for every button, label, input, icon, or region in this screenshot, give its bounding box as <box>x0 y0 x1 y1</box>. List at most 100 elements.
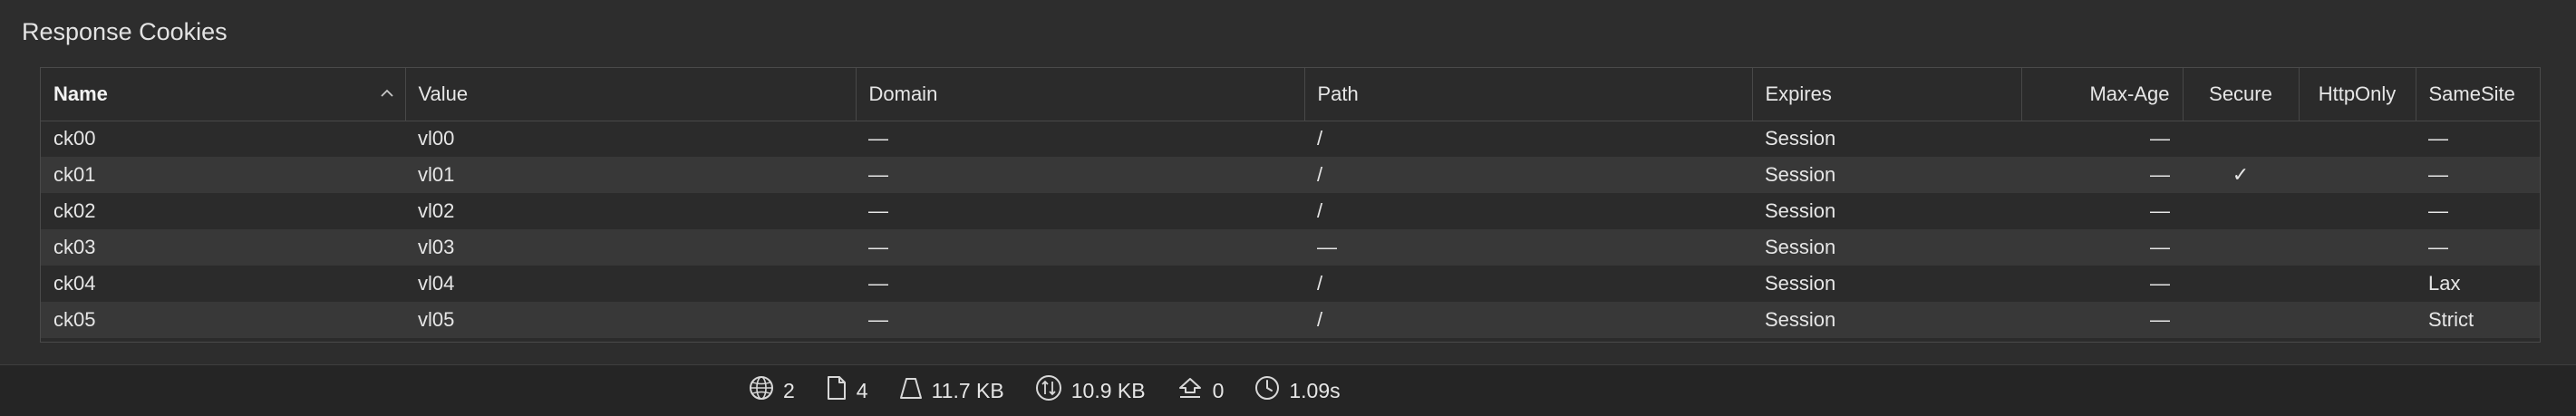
column-header-domain[interactable]: Domain <box>856 68 1305 121</box>
cell-expires: Session <box>1765 236 1836 258</box>
cell-secure <box>2183 193 2299 229</box>
cell-max-age: — <box>2150 199 2170 222</box>
cell-max-age: — <box>2150 163 2170 186</box>
cell-max-age: — <box>2150 272 2170 295</box>
weight-icon <box>899 375 932 406</box>
cell-samesite: — <box>2428 127 2448 150</box>
sort-ascending-icon <box>380 86 394 102</box>
cell-path: / <box>1317 127 1323 150</box>
cell-samesite: — <box>2428 199 2448 222</box>
cell-domain: — <box>868 199 888 222</box>
status-resources: 4 <box>826 375 868 406</box>
cell-httponly <box>2299 121 2416 157</box>
cell-name: ck05 <box>53 308 96 331</box>
status-domains-value: 2 <box>783 378 795 402</box>
cell-samesite: Strict <box>2428 308 2474 331</box>
cell-secure <box>2183 121 2299 157</box>
column-header-secure[interactable]: Secure <box>2183 68 2300 121</box>
cell-max-age: — <box>2150 308 2170 331</box>
column-header-label: Domain <box>868 82 938 105</box>
status-size: 11.7 KB <box>899 375 1004 406</box>
status-transferred: 10.9 KB <box>1035 374 1146 407</box>
cell-name: ck02 <box>53 199 96 222</box>
cell-httponly <box>2299 229 2416 266</box>
cell-secure <box>2183 266 2299 302</box>
cell-domain: — <box>868 127 888 150</box>
cell-httponly <box>2299 302 2416 338</box>
table-row[interactable]: ck02 vl02 — / Session — — <box>41 193 2540 229</box>
cell-path: / <box>1317 199 1323 222</box>
cell-secure <box>2183 229 2299 266</box>
cell-path: — <box>1317 236 1337 258</box>
cell-value: vl02 <box>418 199 455 222</box>
cell-value: vl00 <box>418 127 455 150</box>
cell-samesite: — <box>2428 163 2448 186</box>
cell-samesite: Lax <box>2428 272 2461 295</box>
document-icon <box>826 375 857 406</box>
status-bar: 2 4 11.7 KB 10.9 KB 0 1.09s <box>0 364 2576 416</box>
clock-icon <box>1254 375 1289 406</box>
cell-httponly <box>2299 193 2416 229</box>
status-domains: 2 <box>749 375 795 406</box>
cell-value: vl04 <box>418 272 455 295</box>
cell-httponly <box>2299 157 2416 193</box>
column-header-label: Expires <box>1765 82 1832 105</box>
cell-value: vl01 <box>418 163 455 186</box>
cell-expires: Session <box>1765 272 1836 295</box>
cell-domain: — <box>868 308 888 331</box>
cell-path: / <box>1317 308 1323 331</box>
cell-name: ck04 <box>53 272 96 295</box>
globe-icon <box>749 375 783 406</box>
cell-max-age: — <box>2150 236 2170 258</box>
cell-value: vl05 <box>418 308 455 331</box>
table-row[interactable]: ck01 vl01 — / Session — ✓ — <box>41 157 2540 193</box>
column-header-label: HttpOnly <box>2318 82 2397 105</box>
column-header-label: SameSite <box>2428 82 2515 105</box>
status-time-value: 1.09s <box>1289 378 1341 402</box>
cell-expires: Session <box>1765 308 1836 331</box>
table-header-row: Name Value Domain Path Expires Max-Age S… <box>41 68 2540 121</box>
cell-path: / <box>1317 163 1323 186</box>
section-title: Response Cookies <box>22 18 228 45</box>
cell-httponly <box>2299 266 2416 302</box>
transfer-icon <box>1035 374 1071 407</box>
column-header-label: Path <box>1317 82 1359 105</box>
cell-name: ck01 <box>53 163 96 186</box>
table-row[interactable]: ck05 vl05 — / Session — Strict <box>41 302 2540 338</box>
cell-domain: — <box>868 236 888 258</box>
column-header-httponly[interactable]: HttpOnly <box>2299 68 2416 121</box>
column-header-expires[interactable]: Expires <box>1752 68 2022 121</box>
cell-path: / <box>1317 272 1323 295</box>
column-header-label: Max-Age <box>2089 82 2170 105</box>
cell-domain: — <box>868 272 888 295</box>
redirect-icon <box>1177 375 1213 406</box>
status-redirects: 0 <box>1177 375 1225 406</box>
status-time: 1.09s <box>1254 375 1341 406</box>
cell-domain: — <box>868 163 888 186</box>
table-row[interactable]: ck03 vl03 — — Session — — <box>41 229 2540 266</box>
cell-secure <box>2183 302 2299 338</box>
column-header-path[interactable]: Path <box>1304 68 1753 121</box>
cell-secure: ✓ <box>2232 163 2250 186</box>
column-header-max-age[interactable]: Max-Age <box>2021 68 2184 121</box>
status-resources-value: 4 <box>856 378 868 402</box>
cell-expires: Session <box>1765 127 1836 150</box>
status-redirects-value: 0 <box>1212 378 1225 402</box>
cell-samesite: — <box>2428 236 2448 258</box>
table-row[interactable]: ck04 vl04 — / Session — Lax <box>41 266 2540 302</box>
column-header-label: Value <box>418 82 469 105</box>
cookies-panel: Response Cookies Name Value Domain Path … <box>0 0 2576 364</box>
cookies-table: Name Value Domain Path Expires Max-Age S… <box>40 67 2541 343</box>
column-header-value[interactable]: Value <box>405 68 857 121</box>
cell-expires: Session <box>1765 163 1836 186</box>
column-header-label: Secure <box>2209 82 2272 105</box>
cell-name: ck00 <box>53 127 96 150</box>
cell-max-age: — <box>2150 127 2170 150</box>
status-transferred-value: 10.9 KB <box>1070 378 1146 402</box>
column-header-name[interactable]: Name <box>41 68 406 121</box>
column-header-label: Name <box>53 82 108 105</box>
cell-name: ck03 <box>53 236 96 258</box>
column-header-samesite[interactable]: SameSite <box>2416 68 2540 121</box>
status-size-value: 11.7 KB <box>931 378 1004 402</box>
table-row[interactable]: ck00 vl00 — / Session — — <box>41 121 2540 157</box>
